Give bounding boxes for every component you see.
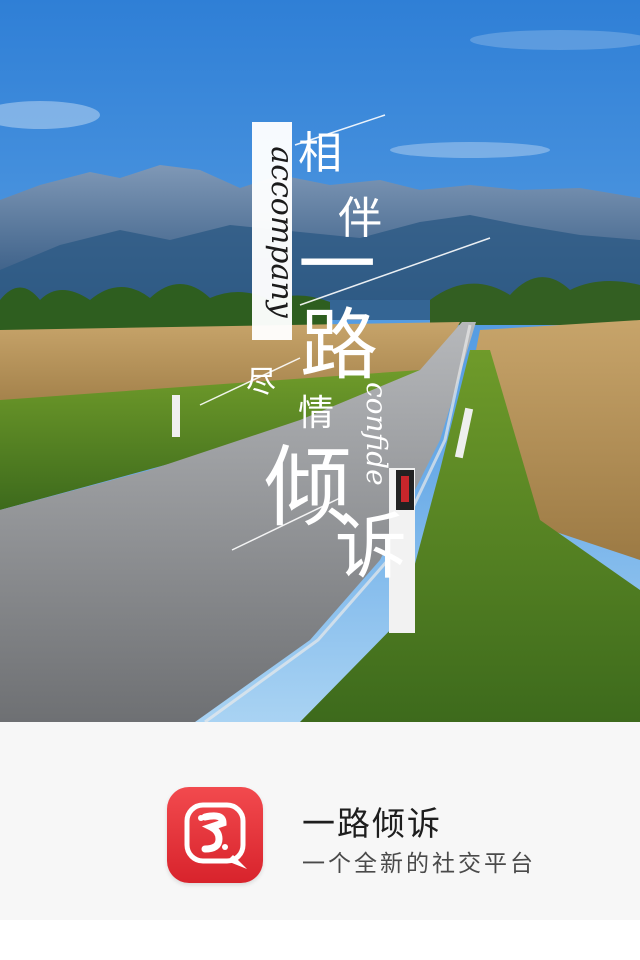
english-word-confide: confide	[360, 382, 393, 486]
hero-char-1: 相	[298, 128, 342, 179]
footprint-speech-icon	[184, 802, 247, 869]
hero-image: accompany 相 伴 一 路 尽 情 倾 诉 confide	[0, 0, 640, 722]
hero-calligraphy: accompany 相 伴 一 路 尽 情 倾 诉 confide	[199, 114, 491, 589]
hero-char-5: 尽	[246, 365, 276, 400]
bottom-spacer	[0, 920, 640, 960]
splash-screen: accompany 相 伴 一 路 尽 情 倾 诉 confide 一路倾诉 一…	[0, 0, 640, 960]
app-name: 一路倾诉	[302, 804, 442, 843]
app-tagline: 一个全新的社交平台	[302, 851, 536, 877]
hero-char-6: 情	[298, 393, 334, 434]
english-word-accompany: accompany	[264, 146, 299, 318]
app-logo-icon	[167, 787, 263, 883]
hero-char-8: 诉	[335, 505, 407, 589]
hero-char-4: 路	[300, 301, 378, 391]
hero-char-3: 一	[298, 221, 376, 311]
